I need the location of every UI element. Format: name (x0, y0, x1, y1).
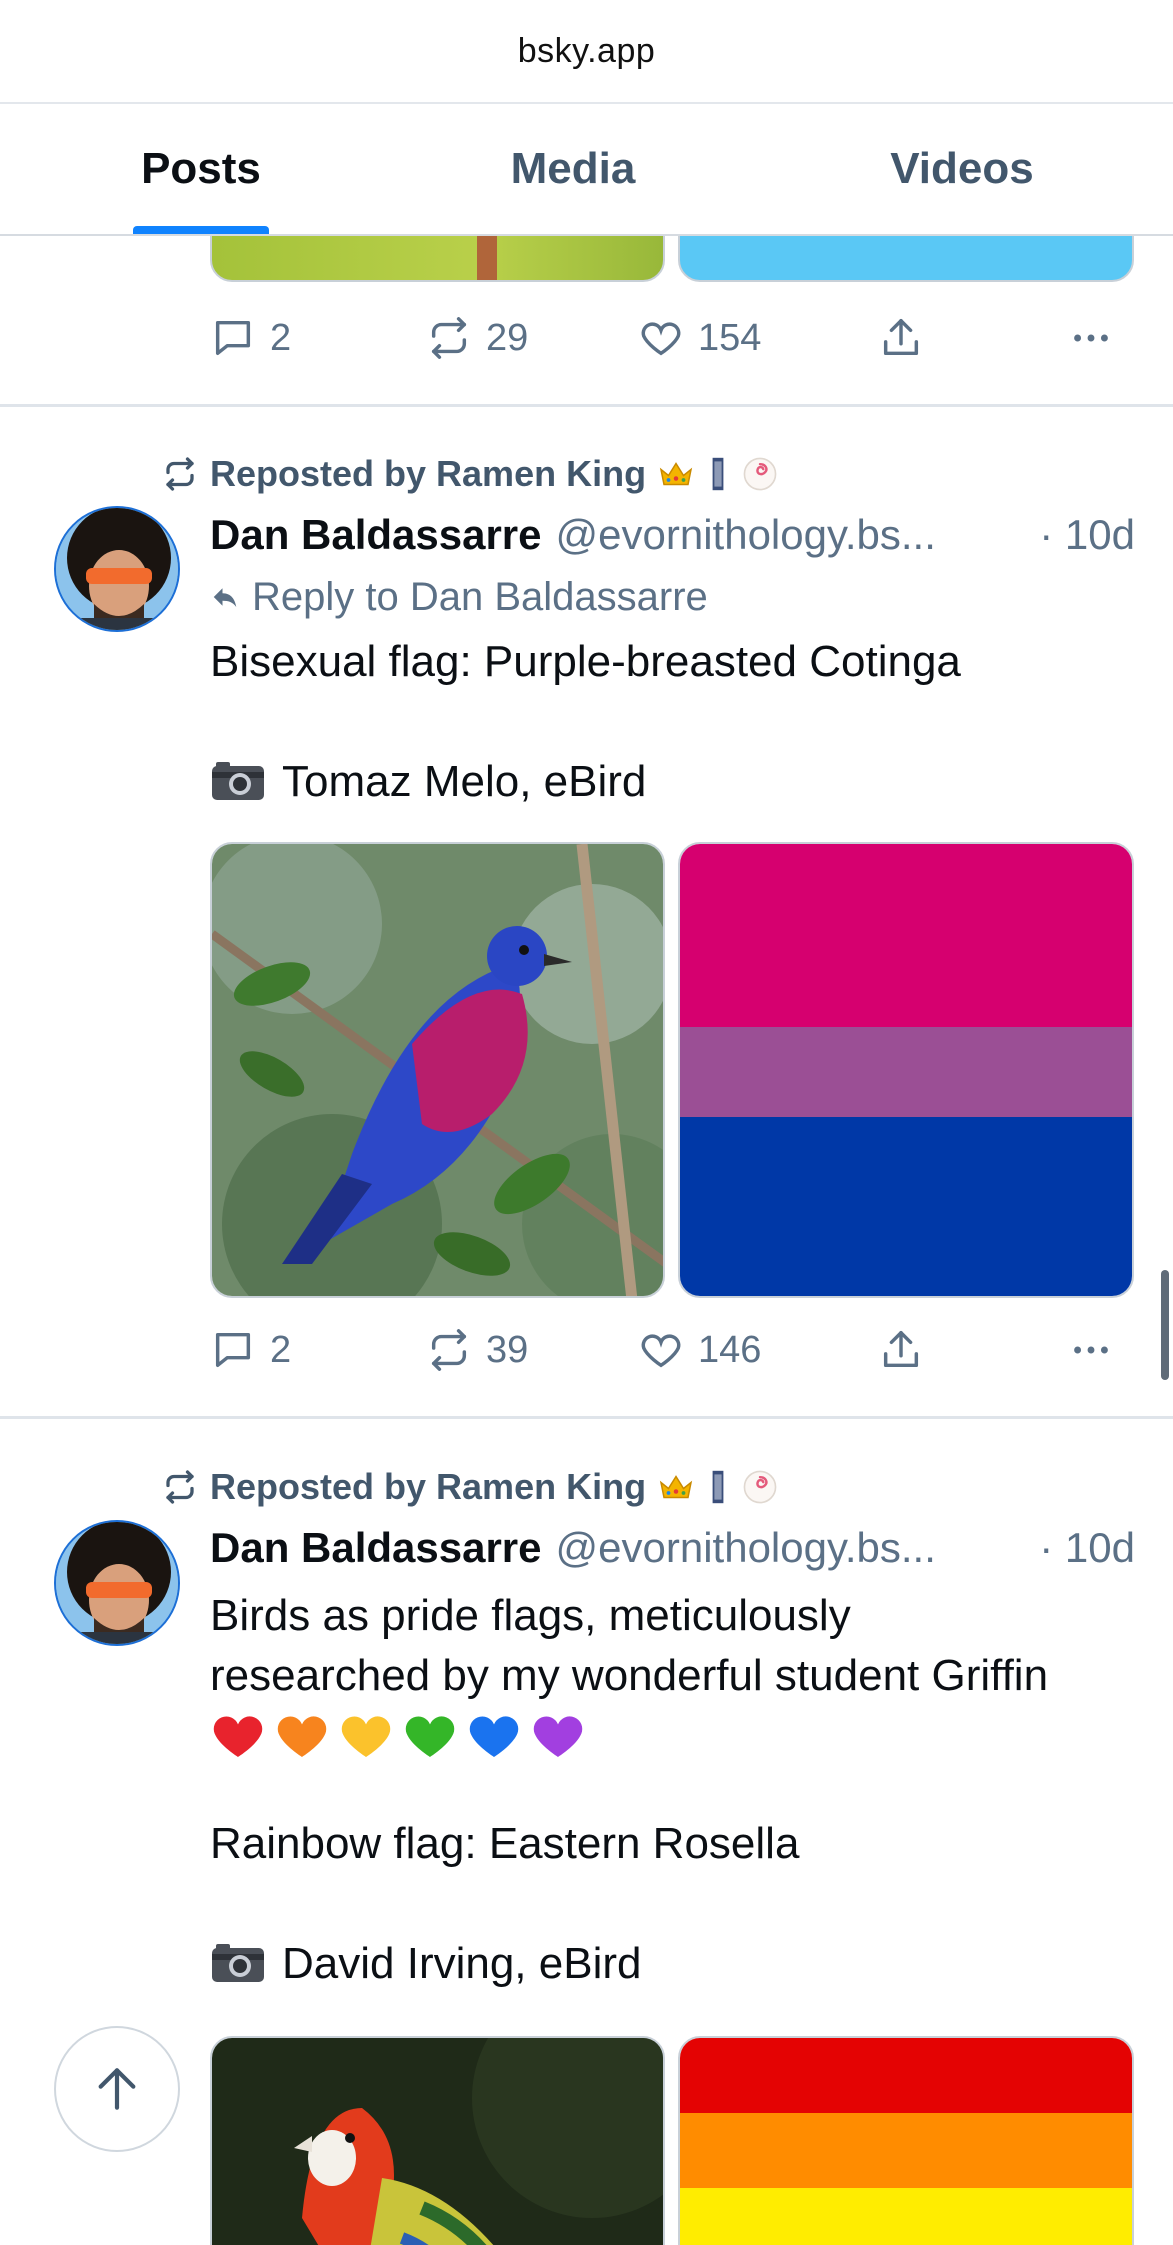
post-header: Dan Baldassarre @evornithology.bs... · 1… (210, 1520, 1135, 1576)
ellipsis-icon (1074, 1346, 1108, 1354)
orange-heart-icon (277, 1716, 327, 1757)
heart-icon (641, 322, 681, 356)
share-icon (883, 1331, 919, 1368)
author-name[interactable]: Dan Baldassarre (210, 1524, 542, 1572)
repost-icon (431, 1329, 467, 1371)
flag-stripe-red (680, 2038, 1132, 2113)
profile-tabs: Posts Media Videos (0, 104, 1173, 236)
photo-credit: Tomaz Melo, eBird (210, 752, 1135, 812)
post-image-left[interactable] (210, 236, 665, 282)
bisexual-flag-image[interactable] (678, 842, 1134, 1298)
author-handle[interactable]: @evornithology.bs... (556, 1524, 936, 1572)
avatar-image (56, 1522, 178, 1644)
reply-button[interactable]: 2 (210, 1320, 291, 1380)
post-image-right[interactable] (678, 236, 1134, 282)
cotinga-image (212, 844, 663, 1296)
reply-icon (215, 320, 251, 356)
repost-icon (166, 1470, 194, 1504)
flag-stripe-blue (680, 1117, 1132, 1296)
reply-to-line[interactable]: Reply to Dan Baldassarre (210, 572, 708, 622)
ellipsis-icon (1074, 334, 1108, 342)
green-heart-icon (405, 1716, 455, 1757)
post-timestamp[interactable]: · 10d (1039, 1524, 1135, 1572)
crown-icon (659, 1475, 693, 1499)
feed[interactable]: 2 29 154 Reposted by Ramen King Dan Bald… (0, 236, 1173, 2245)
bird-photo-rosella[interactable] (210, 2036, 665, 2245)
post-body: Birds as pride flags, meticulously resea… (210, 1586, 1135, 1994)
red-heart-icon (213, 1716, 263, 1757)
blue-heart-icon (469, 1716, 519, 1757)
flag-stripe-yellow (680, 2188, 1132, 2245)
post-header: Dan Baldassarre @evornithology.bs... · 1… (210, 507, 1135, 563)
share-button[interactable] (878, 1320, 924, 1380)
display-name-emojis (658, 1469, 778, 1505)
post-timestamp[interactable]: · 10d (1039, 511, 1135, 559)
author-name[interactable]: Dan Baldassarre (210, 511, 542, 559)
repost-button[interactable]: 29 (426, 308, 528, 368)
fish-cake-icon (743, 457, 777, 491)
reply-arrow-icon (213, 588, 237, 607)
display-name-emojis (658, 456, 778, 492)
post-actions: 2 39 146 (210, 1320, 1135, 1380)
bird-photo-cotinga[interactable] (210, 842, 665, 1298)
rainbow-flag-image[interactable] (678, 2036, 1134, 2245)
more-options-button[interactable] (1068, 308, 1114, 368)
repost-icon (166, 457, 194, 491)
repost-button[interactable]: 39 (426, 1320, 528, 1380)
sign-icon (712, 1470, 724, 1504)
yellow-heart-icon (341, 1716, 391, 1757)
rosella-image (212, 2038, 663, 2245)
repost-attribution[interactable]: Reposted by Ramen King (162, 1462, 778, 1512)
heart-emoji-row (210, 1708, 1135, 1764)
url-text: bsky.app (517, 31, 656, 70)
crown-icon (659, 462, 693, 486)
post-body: Bisexual flag: Purple-breasted Cotinga T… (210, 632, 1135, 812)
share-icon (883, 319, 919, 356)
post-divider (0, 1416, 1173, 1419)
avatar[interactable] (54, 1520, 180, 1646)
flag-stripe-purple (680, 1027, 1132, 1117)
branch-stem (477, 236, 497, 280)
repost-attribution[interactable]: Reposted by Ramen King (162, 449, 778, 499)
like-button[interactable]: 146 (638, 1320, 761, 1380)
camera-icon (212, 1944, 264, 1982)
avatar[interactable] (54, 506, 180, 632)
author-handle[interactable]: @evornithology.bs... (556, 511, 936, 559)
fish-cake-icon (743, 1470, 777, 1504)
repost-icon (431, 317, 467, 359)
tab-videos[interactable]: Videos (876, 104, 1048, 234)
flag-stripe-orange (680, 2113, 1132, 2188)
share-button[interactable] (878, 308, 924, 368)
address-bar[interactable]: bsky.app (0, 0, 1173, 104)
more-options-button[interactable] (1068, 1320, 1114, 1380)
tab-posts[interactable]: Posts (130, 104, 272, 234)
flag-stripe-pink (680, 844, 1132, 1027)
photo-credit: David Irving, eBird (210, 1934, 1135, 1994)
sign-icon (712, 457, 724, 491)
camera-icon (212, 762, 264, 800)
post-divider (0, 404, 1173, 407)
reply-button[interactable]: 2 (210, 308, 291, 368)
post-actions: 2 29 154 (210, 308, 1135, 368)
arrow-up-icon (98, 2068, 136, 2110)
tab-media[interactable]: Media (490, 104, 656, 234)
purple-heart-icon (533, 1716, 583, 1757)
reply-icon (215, 1332, 251, 1368)
scrollbar-thumb[interactable] (1161, 1270, 1169, 1380)
heart-icon (641, 1334, 681, 1368)
like-button[interactable]: 154 (638, 308, 761, 368)
active-tab-indicator (133, 226, 269, 234)
scroll-to-top-button[interactable] (54, 2026, 180, 2152)
avatar-image (56, 508, 178, 630)
